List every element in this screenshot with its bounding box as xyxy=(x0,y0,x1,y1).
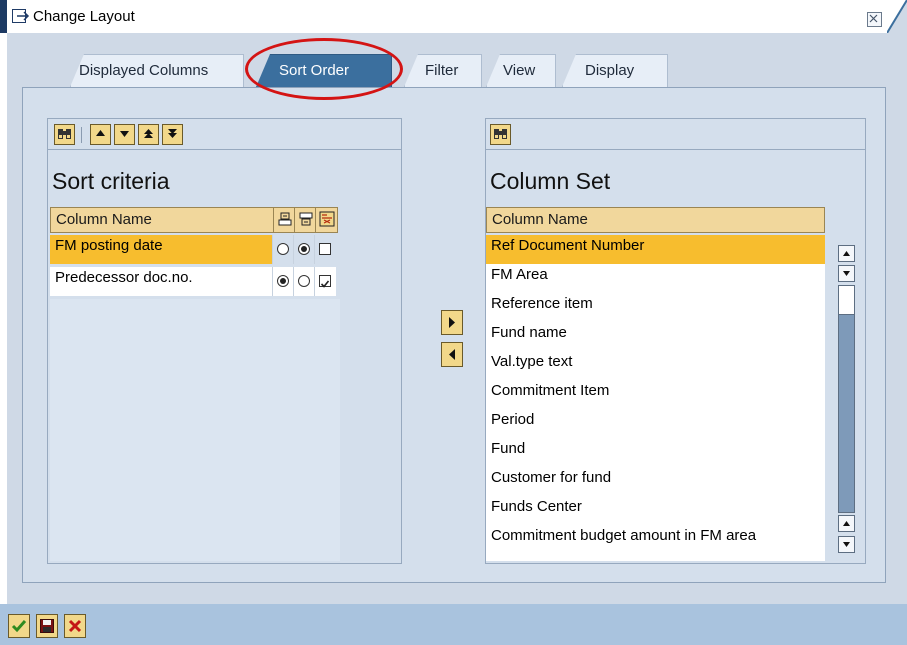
sort-descending-header[interactable] xyxy=(294,208,316,232)
descending-radio[interactable] xyxy=(298,275,310,287)
descending-cell[interactable] xyxy=(293,235,315,264)
subtotal-checkbox[interactable] xyxy=(319,275,331,288)
ascending-radio[interactable] xyxy=(277,275,289,287)
scroll-page-up-button[interactable] xyxy=(838,515,855,532)
toolbar-separator xyxy=(81,127,82,143)
tab-label: Display xyxy=(585,62,635,79)
sort-row[interactable]: FM posting date xyxy=(50,235,340,265)
cancel-icon xyxy=(68,619,82,633)
list-item[interactable]: FM Area xyxy=(486,264,825,293)
tab-view[interactable]: View xyxy=(486,54,556,87)
scroll-down-button[interactable] xyxy=(838,265,855,282)
move-up-icon xyxy=(96,130,105,136)
cancel-button[interactable] xyxy=(64,614,86,638)
scroll-track[interactable] xyxy=(838,285,855,513)
move-bottom-icon xyxy=(168,129,177,138)
subtotal-icon xyxy=(319,211,334,227)
list-item[interactable]: Fund name xyxy=(486,322,825,351)
tab-label: View xyxy=(503,62,536,79)
checkmark-icon xyxy=(320,280,330,288)
tab-sort-order[interactable]: Sort Order xyxy=(256,54,392,87)
scroll-up-icon xyxy=(843,251,850,256)
column-header-label: Column Name xyxy=(56,211,152,228)
list-item[interactable]: Period xyxy=(486,409,825,438)
list-item[interactable]: Commitment budget amount in FM area xyxy=(486,525,825,554)
confirm-icon xyxy=(11,620,27,633)
move-up-button[interactable] xyxy=(90,124,111,145)
sort-column-header[interactable]: Column Name xyxy=(50,207,338,233)
subtotal-cell[interactable] xyxy=(314,267,336,296)
move-down-icon xyxy=(120,131,129,137)
tab-label: Displayed Columns xyxy=(79,62,209,79)
column-list-scrollbar[interactable] xyxy=(838,245,855,555)
ascending-cell[interactable] xyxy=(272,267,294,296)
save-button[interactable] xyxy=(36,614,58,638)
window-title: Change Layout xyxy=(33,8,135,25)
column-set-list: Ref Document Number FM Area Reference it… xyxy=(486,235,825,561)
move-top-button[interactable] xyxy=(138,124,159,145)
list-item[interactable]: Reference item xyxy=(486,293,825,322)
tab-filter[interactable]: Filter xyxy=(404,54,482,87)
move-bottom-button[interactable] xyxy=(162,124,183,145)
move-top-icon xyxy=(144,129,153,138)
save-icon xyxy=(40,619,54,633)
tab-label: Filter xyxy=(425,62,459,79)
list-item[interactable]: Funds Center xyxy=(486,496,825,525)
ascending-cell[interactable] xyxy=(272,235,294,264)
list-item[interactable]: Fund xyxy=(486,438,825,467)
tab-display[interactable]: Display xyxy=(562,54,668,87)
titlebar-corner xyxy=(887,0,907,33)
descending-radio[interactable] xyxy=(298,243,310,255)
ascending-radio[interactable] xyxy=(277,243,289,255)
descending-cell[interactable] xyxy=(293,267,315,296)
move-right-button[interactable] xyxy=(441,310,463,335)
scroll-up-button[interactable] xyxy=(838,245,855,262)
move-down-button[interactable] xyxy=(114,124,135,145)
dialog-button-bar xyxy=(0,604,907,645)
sort-ascending-icon xyxy=(278,212,291,226)
subtotal-checkbox[interactable] xyxy=(319,243,331,255)
tab-displayed-columns[interactable]: Displayed Columns xyxy=(70,54,244,87)
move-left-icon xyxy=(449,349,455,360)
find-button[interactable] xyxy=(54,124,75,145)
sort-row-name: Predecessor doc.no. xyxy=(50,267,272,296)
scroll-down-icon xyxy=(843,271,850,276)
list-item[interactable]: Commitment Item xyxy=(486,380,825,409)
sort-criteria-panel: Sort criteria Column Name FM posting dat… xyxy=(47,118,402,564)
column-set-panel: Column Set Column Name Ref Document Numb… xyxy=(485,118,866,564)
titlebar-edge xyxy=(0,0,7,33)
move-left-button[interactable] xyxy=(441,342,463,367)
change-layout-icon xyxy=(12,9,30,24)
window-titlebar: Change Layout xyxy=(0,0,907,33)
scroll-up-icon xyxy=(843,521,850,526)
close-button[interactable] xyxy=(867,12,882,27)
scroll-page-down-button[interactable] xyxy=(838,536,855,553)
find-icon xyxy=(494,129,507,139)
column-set-header[interactable]: Column Name xyxy=(486,207,825,233)
sort-descending-icon xyxy=(299,212,312,226)
find-icon xyxy=(58,129,71,139)
subtotal-header[interactable] xyxy=(315,208,337,232)
list-item[interactable]: Customer for fund xyxy=(486,467,825,496)
scroll-down-icon xyxy=(843,542,850,547)
tab-content-sort-order: Sort criteria Column Name FM posting dat… xyxy=(22,87,886,583)
tab-label: Sort Order xyxy=(279,62,350,79)
subtotal-cell[interactable] xyxy=(314,235,336,264)
list-item[interactable]: Ref Document Number xyxy=(486,235,825,264)
sort-toolbar xyxy=(48,119,401,150)
sort-criteria-title: Sort criteria xyxy=(52,168,170,194)
list-item[interactable]: Val.type text xyxy=(486,351,825,380)
find-button[interactable] xyxy=(490,124,511,145)
sort-row[interactable]: Predecessor doc.no. xyxy=(50,267,340,297)
column-set-title: Column Set xyxy=(490,168,611,194)
move-right-icon xyxy=(449,317,455,328)
sort-list-empty-area xyxy=(50,299,340,561)
confirm-button[interactable] xyxy=(8,614,30,638)
sort-row-name: FM posting date xyxy=(50,235,272,264)
scroll-thumb[interactable] xyxy=(838,285,855,315)
column-toolbar xyxy=(486,119,865,150)
sort-ascending-header[interactable] xyxy=(273,208,295,232)
column-header-label: Column Name xyxy=(492,211,588,228)
